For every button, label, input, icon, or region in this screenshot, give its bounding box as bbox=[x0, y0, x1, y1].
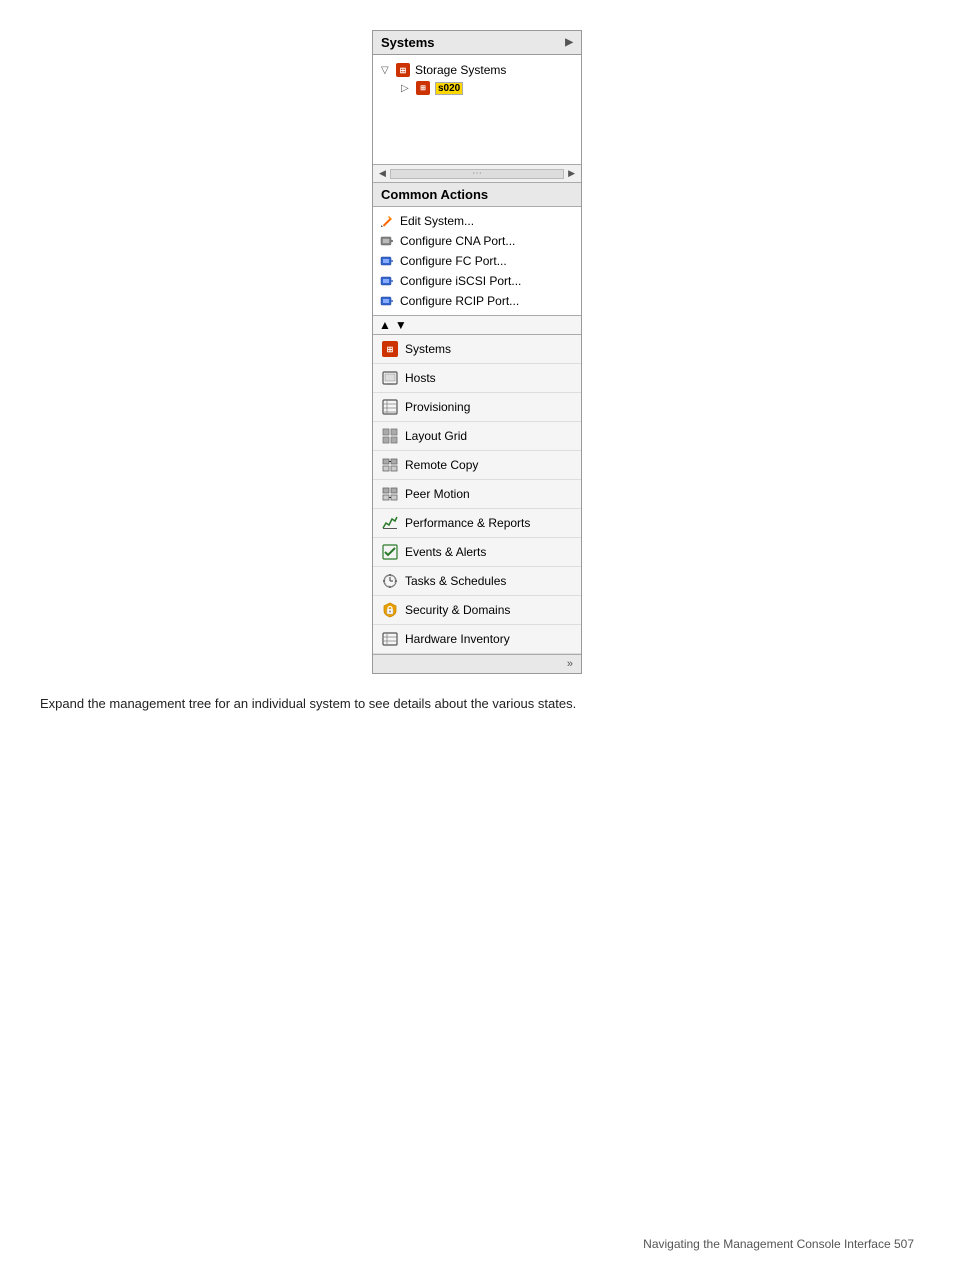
panel-header-arrow[interactable]: ▶ bbox=[565, 37, 573, 48]
hosts-icon bbox=[381, 369, 399, 387]
edit-icon bbox=[379, 213, 395, 229]
nav-label-tasks: Tasks & Schedules bbox=[405, 574, 506, 588]
s020-label: s020 bbox=[435, 82, 463, 95]
events-icon bbox=[381, 543, 399, 561]
storage-systems-icon: ⊞ bbox=[395, 62, 411, 78]
s020-icon: ⊞ bbox=[415, 80, 431, 96]
configure-rcip-action[interactable]: Configure RCIP Port... bbox=[379, 291, 575, 311]
hardware-icon bbox=[381, 630, 399, 648]
actions-list: Edit System... Configure CNA Port... bbox=[373, 207, 581, 316]
tasks-icon bbox=[381, 572, 399, 590]
panel-title: Systems bbox=[381, 35, 434, 50]
nav-item-performance[interactable]: Performance & Reports bbox=[373, 509, 581, 538]
provisioning-icon bbox=[381, 398, 399, 416]
collapse-arrow[interactable]: ▽ bbox=[381, 65, 391, 76]
footer-arrows[interactable]: » bbox=[567, 658, 573, 670]
nav-label-performance: Performance & Reports bbox=[405, 516, 530, 530]
sort-arrows: ▲ ▼ bbox=[373, 316, 581, 335]
remote-copy-icon bbox=[381, 456, 399, 474]
nav-item-provisioning[interactable]: Provisioning bbox=[373, 393, 581, 422]
scroll-right-arrow[interactable]: ▶ bbox=[568, 168, 575, 179]
nav-label-security: Security & Domains bbox=[405, 603, 510, 617]
panel-header: Systems ▶ bbox=[373, 31, 581, 55]
nav-item-hardware[interactable]: Hardware Inventory bbox=[373, 625, 581, 654]
nav-item-systems[interactable]: ⊞ Systems bbox=[373, 335, 581, 364]
common-actions-header: Common Actions bbox=[373, 183, 581, 207]
nav-label-layout-grid: Layout Grid bbox=[405, 429, 467, 443]
nav-item-layout-grid[interactable]: Layout Grid bbox=[373, 422, 581, 451]
edit-system-label: Edit System... bbox=[400, 214, 474, 228]
nav-label-provisioning: Provisioning bbox=[405, 400, 470, 414]
common-actions-title: Common Actions bbox=[381, 187, 488, 202]
nav-label-events: Events & Alerts bbox=[405, 545, 486, 559]
storage-systems-item[interactable]: ▽ ⊞ Storage Systems bbox=[381, 61, 573, 79]
configure-fc-action[interactable]: Configure FC Port... bbox=[379, 251, 575, 271]
scroll-left-arrow[interactable]: ◀ bbox=[379, 168, 386, 179]
nav-item-remote-copy[interactable]: Remote Copy bbox=[373, 451, 581, 480]
nav-item-hosts[interactable]: Hosts bbox=[373, 364, 581, 393]
nav-label-peer-motion: Peer Motion bbox=[405, 487, 470, 501]
nav-items-list: ⊞ Systems Hosts bbox=[373, 335, 581, 654]
panel-footer: » bbox=[373, 654, 581, 673]
configure-cna-label: Configure CNA Port... bbox=[400, 234, 515, 248]
systems-icon: ⊞ bbox=[381, 340, 399, 358]
nav-item-peer-motion[interactable]: Peer Motion bbox=[373, 480, 581, 509]
iscsi-icon bbox=[379, 273, 395, 289]
cna-icon bbox=[379, 233, 395, 249]
description-text: Expand the management tree for an indivi… bbox=[40, 694, 914, 714]
configure-rcip-label: Configure RCIP Port... bbox=[400, 294, 519, 308]
s020-item[interactable]: ▷ ⊞ s020 bbox=[381, 79, 573, 97]
nav-label-hardware: Hardware Inventory bbox=[405, 632, 510, 646]
nav-label-systems: Systems bbox=[405, 342, 451, 356]
configure-fc-label: Configure FC Port... bbox=[400, 254, 507, 268]
peer-motion-icon bbox=[381, 485, 399, 503]
nav-item-events[interactable]: Events & Alerts bbox=[373, 538, 581, 567]
performance-icon bbox=[381, 514, 399, 532]
sort-up-arrow[interactable]: ▲ bbox=[379, 318, 391, 332]
nav-item-security[interactable]: Security & Domains bbox=[373, 596, 581, 625]
rcip-icon bbox=[379, 293, 395, 309]
systems-panel: Systems ▶ ▽ ⊞ Storage Systems ▷ ⊞ s bbox=[372, 30, 582, 674]
edit-system-action[interactable]: Edit System... bbox=[379, 211, 575, 231]
scroll-track[interactable]: ⋯ bbox=[390, 169, 564, 179]
fc-icon bbox=[379, 253, 395, 269]
layout-icon bbox=[381, 427, 399, 445]
horizontal-scrollbar[interactable]: ◀ ⋯ ▶ bbox=[373, 165, 581, 183]
nav-label-hosts: Hosts bbox=[405, 371, 436, 385]
configure-iscsi-action[interactable]: Configure iSCSI Port... bbox=[379, 271, 575, 291]
configure-iscsi-label: Configure iSCSI Port... bbox=[400, 274, 521, 288]
configure-cna-action[interactable]: Configure CNA Port... bbox=[379, 231, 575, 251]
storage-systems-label: Storage Systems bbox=[415, 63, 506, 77]
security-icon bbox=[381, 601, 399, 619]
sort-down-arrow[interactable]: ▼ bbox=[395, 318, 407, 332]
nav-label-remote-copy: Remote Copy bbox=[405, 458, 478, 472]
page-footer: Navigating the Management Console Interf… bbox=[643, 1237, 914, 1251]
nav-item-tasks[interactable]: Tasks & Schedules bbox=[373, 567, 581, 596]
tree-area: ▽ ⊞ Storage Systems ▷ ⊞ s020 bbox=[373, 55, 581, 165]
s020-expand-arrow[interactable]: ▷ bbox=[401, 83, 411, 94]
